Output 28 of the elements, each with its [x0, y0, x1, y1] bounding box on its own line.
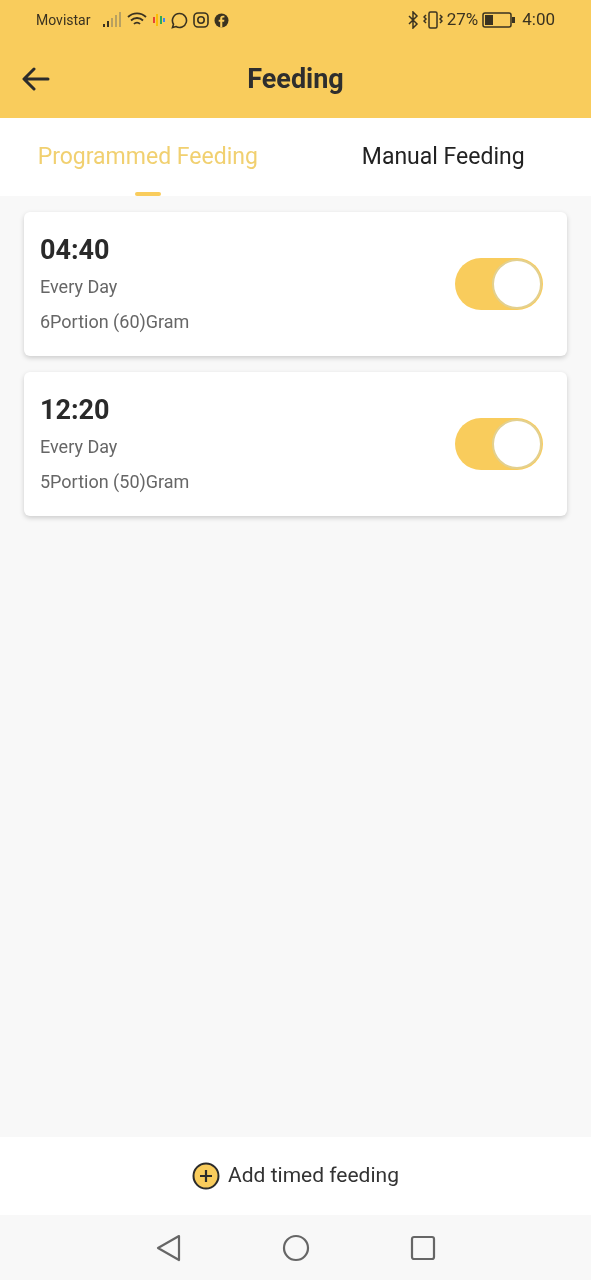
feeding-time: 12:20 — [40, 393, 111, 427]
plus-icon — [192, 1162, 221, 1190]
battery-icon — [482, 12, 517, 28]
battery-percent: 27% — [446, 8, 479, 32]
schedule-card[interactable]: 12:20 Every Day 5Portion (50)Gram — [24, 372, 567, 516]
schedule-card[interactable]: 04:40 Every Day 6Portion (60)Gram — [24, 212, 567, 356]
vibrate-icon — [422, 11, 443, 29]
feeding-time: 04:40 — [40, 233, 111, 267]
tab[interactable]: Manual Feeding — [295, 118, 591, 196]
bluetooth-icon — [406, 11, 419, 29]
add-timed-feeding-button[interactable]: Add timed feeding — [192, 1160, 399, 1192]
camera-icon — [193, 12, 210, 28]
chat-icon — [171, 11, 189, 29]
toggle-switch[interactable] — [455, 258, 543, 310]
home-nav-icon[interactable] — [281, 1233, 310, 1262]
repeat-label: Every Day — [40, 435, 119, 459]
recents-nav-icon[interactable] — [409, 1234, 436, 1261]
page-title: Feeding — [247, 61, 344, 97]
portion-label: 5Portion (50)Gram — [40, 470, 190, 494]
toggle-switch[interactable] — [455, 418, 543, 470]
signal-icon — [102, 12, 123, 28]
repeat-label: Every Day — [40, 275, 119, 299]
portion-label: 6Portion (60)Gram — [40, 310, 190, 334]
app-icon — [152, 12, 167, 28]
carrier-name: Movistar — [36, 10, 91, 30]
social-icon — [214, 12, 230, 28]
back-nav-icon[interactable] — [155, 1233, 182, 1262]
clock-time: 4:00 — [522, 8, 555, 32]
